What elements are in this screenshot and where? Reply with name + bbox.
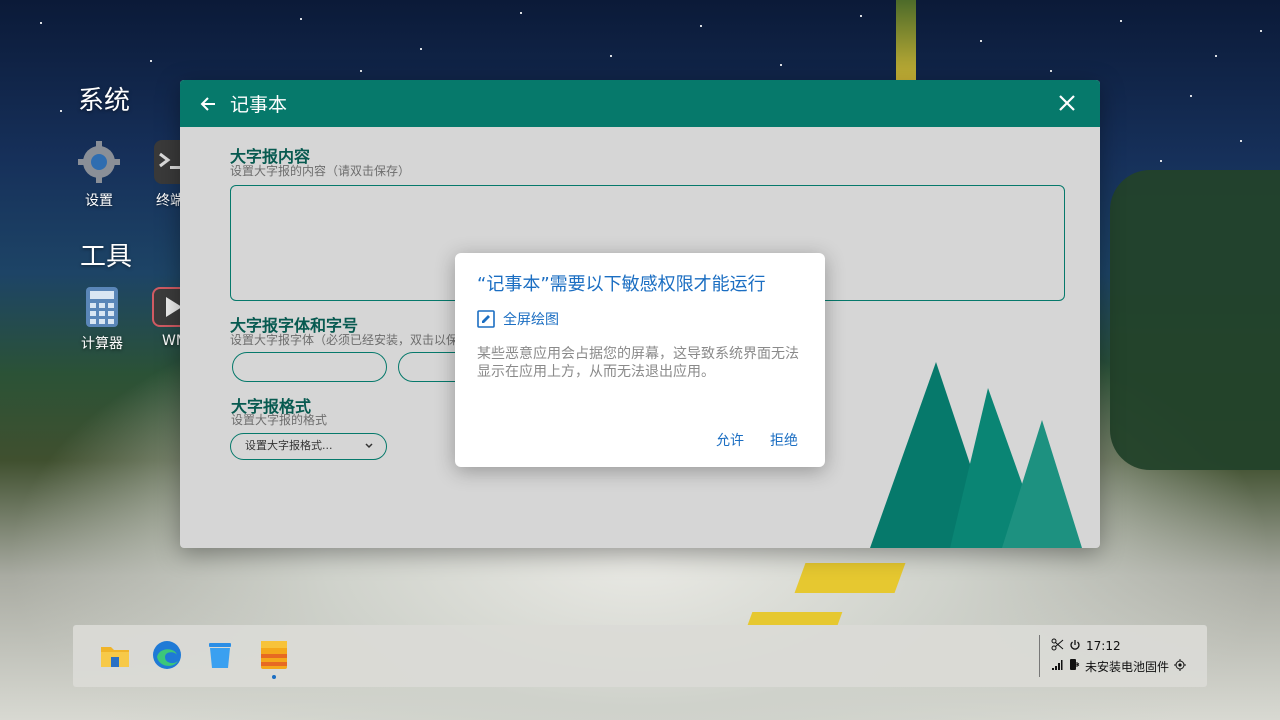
- taskbar: 17:12 未安装电池固件: [73, 625, 1207, 687]
- signal-icon: [1051, 659, 1063, 674]
- desktop-icon-label: 终端: [156, 193, 180, 209]
- gold-block: [794, 563, 906, 593]
- font-family-input[interactable]: [232, 352, 387, 382]
- window-titlebar: 记事本: [180, 80, 1100, 127]
- desktop-icon-terminal[interactable]: 终端: [140, 140, 180, 210]
- close-icon[interactable]: [1056, 92, 1078, 114]
- active-app-indicator: [272, 675, 276, 679]
- window-title: 记事本: [230, 94, 288, 116]
- format-select-value: 设置大字报格式...: [245, 439, 333, 452]
- video-player-icon: [152, 287, 180, 327]
- pillar-decoration: [896, 0, 916, 80]
- format-description: 设置大字报的格式: [231, 413, 328, 427]
- content-description: 设置大字报的内容（请双击保存）: [230, 164, 411, 178]
- dialog-description: 某些恶意应用会占据您的屏幕，这导致系统界面无法显示在应用上方，从而无法退出应用。: [477, 346, 799, 380]
- power-icon[interactable]: [1069, 639, 1081, 654]
- battery-icon: [1068, 658, 1080, 674]
- gold-block: [747, 612, 843, 625]
- desktop-icon-settings[interactable]: 设置: [69, 140, 129, 210]
- dialog-title: “记事本”需要以下敏感权限才能运行: [477, 274, 766, 295]
- deny-button[interactable]: 拒绝: [770, 430, 798, 450]
- desktop-icon-label: WM: [162, 333, 180, 349]
- permission-item: 全屏绘图: [477, 309, 559, 329]
- file-explorer-icon[interactable]: [99, 639, 131, 671]
- desktop-icon-wm[interactable]: WM: [148, 287, 180, 349]
- desktop-icon-label: 设置: [85, 193, 113, 209]
- permission-label: 全屏绘图: [503, 312, 559, 328]
- desktop-section-tools: 工具: [80, 242, 133, 272]
- desktop-icon-calculator[interactable]: 计算器: [72, 287, 132, 353]
- edit-icon: [477, 310, 495, 328]
- edge-browser-icon[interactable]: [151, 639, 183, 671]
- location-icon[interactable]: [1174, 658, 1187, 674]
- chevron-down-icon: [364, 434, 374, 467]
- recycle-bin-icon[interactable]: [204, 639, 236, 671]
- notepad-app-icon[interactable]: [258, 639, 290, 671]
- clock-time[interactable]: 17:12: [1086, 639, 1121, 653]
- font-description: 设置大字报字体（必须已经安装，双击以保: [230, 333, 459, 347]
- allow-button[interactable]: 允许: [716, 430, 744, 450]
- battery-status-text: 未安装电池固件: [1085, 659, 1170, 674]
- back-arrow-icon[interactable]: [196, 92, 220, 116]
- desktop-section-system: 系统: [78, 86, 131, 116]
- scissors-icon[interactable]: [1051, 638, 1064, 654]
- terminal-icon: [154, 140, 180, 184]
- tree-foliage: [1110, 170, 1280, 470]
- desktop-icon-label: 计算器: [81, 336, 123, 352]
- mountain-illustration: [870, 362, 1082, 548]
- gear-icon: [77, 140, 121, 184]
- system-tray: 17:12 未安装电池固件: [1051, 636, 1191, 676]
- format-select[interactable]: 设置大字报格式...: [230, 433, 387, 460]
- permission-dialog: “记事本”需要以下敏感权限才能运行 全屏绘图 某些恶意应用会占据您的屏幕，这导致…: [455, 253, 825, 467]
- calculator-icon: [86, 287, 118, 327]
- tray-divider: [1039, 635, 1040, 677]
